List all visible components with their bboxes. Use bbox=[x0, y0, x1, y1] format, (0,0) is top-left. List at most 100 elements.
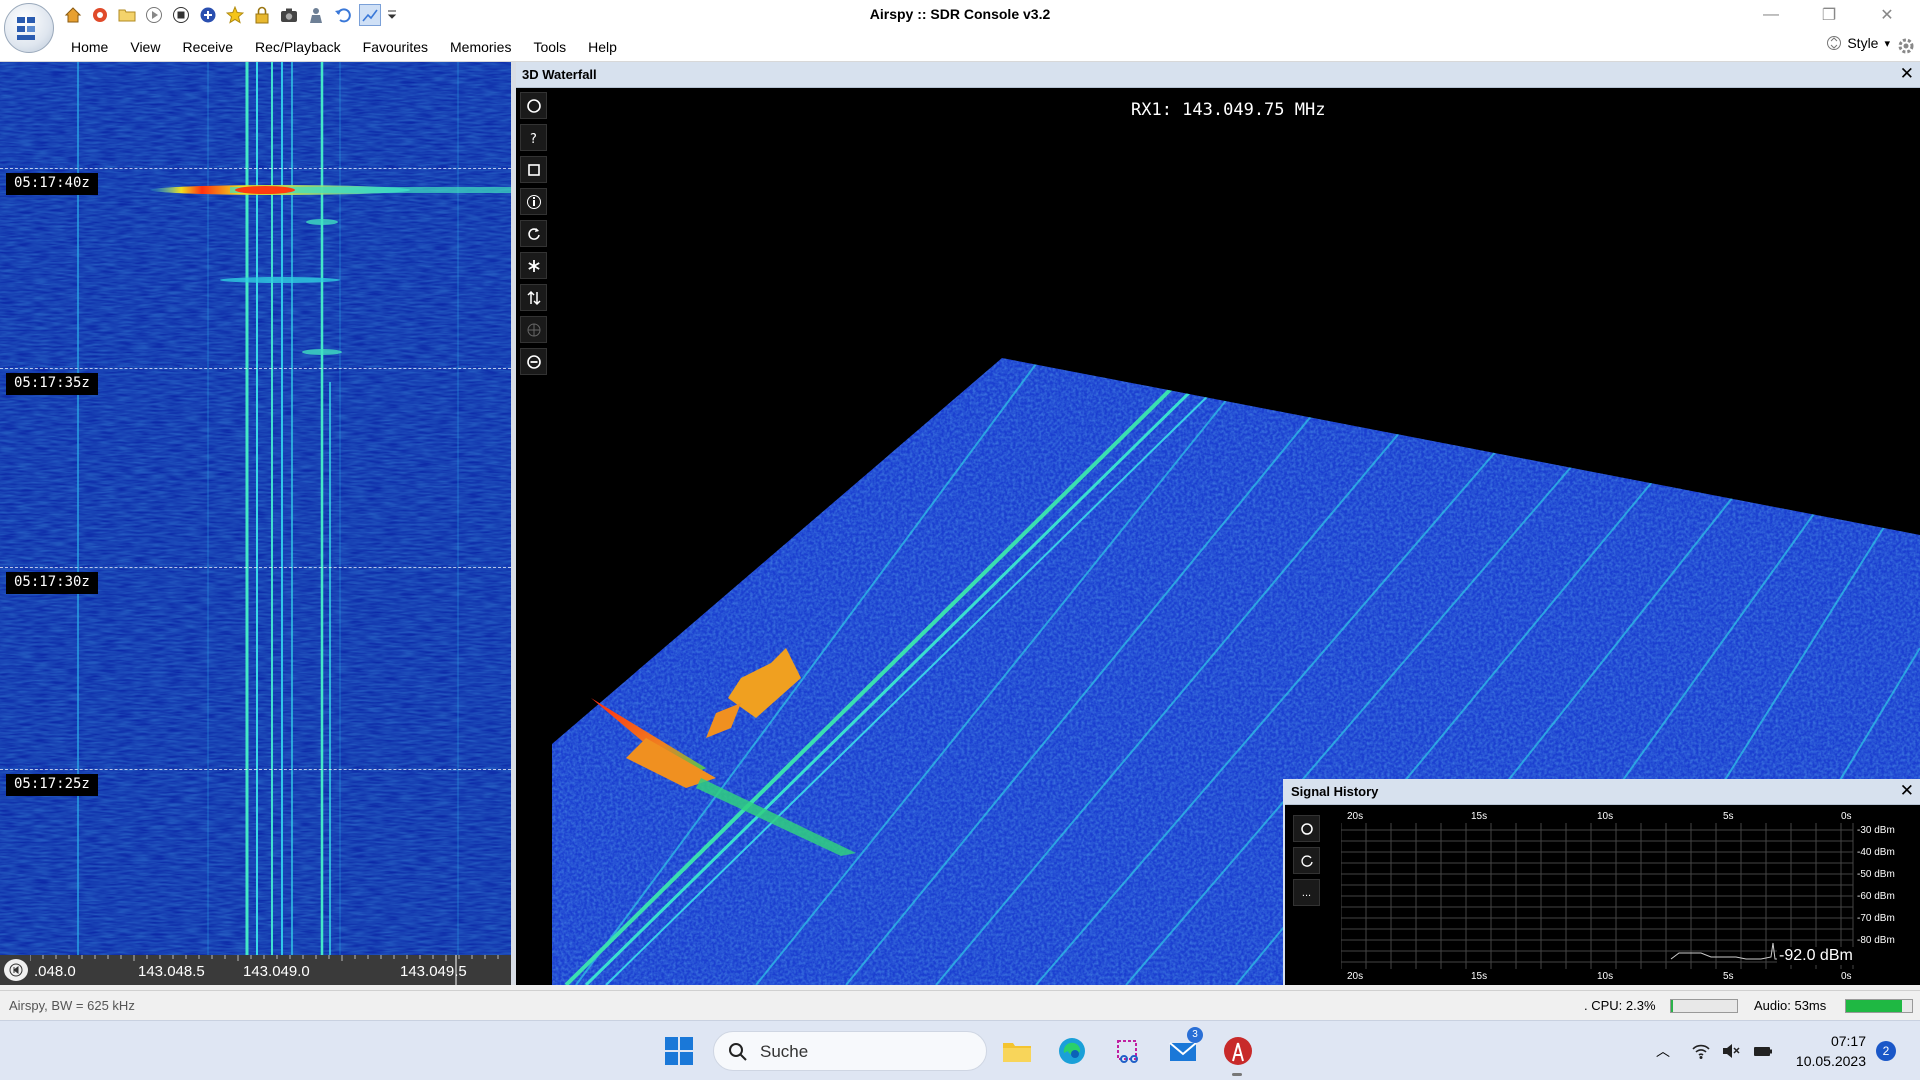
rotate-icon bbox=[527, 227, 540, 240]
dbm-tick-label: -40 dBm bbox=[1857, 847, 1895, 858]
freq-label: 143.049.5 bbox=[400, 963, 467, 980]
menu-tools[interactable]: Tools bbox=[522, 36, 577, 58]
edge-browser-app[interactable] bbox=[1054, 1033, 1090, 1069]
signal-level-readout: -92.0 dBm bbox=[1777, 947, 1855, 965]
device-status: Airspy, BW = 625 kHz bbox=[9, 998, 135, 1013]
rotate-tool-button[interactable] bbox=[1293, 847, 1320, 874]
mail-app[interactable]: 3 bbox=[1165, 1027, 1203, 1069]
spectrum-waterfall[interactable]: 05:17:40z 05:17:35z 05:17:30z 05:17:25z bbox=[0, 62, 511, 985]
help-tool-button[interactable]: ? bbox=[520, 124, 547, 151]
menu-receive[interactable]: Receive bbox=[171, 36, 244, 58]
time-tick-label: 20s bbox=[1347, 811, 1363, 822]
mail-unread-badge: 3 bbox=[1187, 1027, 1203, 1043]
time-tick-label: 5s bbox=[1723, 971, 1734, 979]
clock-time[interactable]: 07:17 bbox=[1778, 1033, 1866, 1049]
notification-badge[interactable]: 2 bbox=[1876, 1041, 1896, 1061]
style-label: Style bbox=[1847, 35, 1879, 51]
up-down-icon bbox=[1827, 36, 1842, 50]
time-label: 05:17:40z bbox=[6, 173, 98, 195]
search-placeholder: Suche bbox=[760, 1042, 809, 1061]
panel-header: Signal History ✕ bbox=[1285, 779, 1920, 805]
time-tick-label: 0s bbox=[1841, 811, 1852, 822]
time-tick-label: 0s bbox=[1841, 971, 1852, 979]
cpu-usage-fill bbox=[1671, 1000, 1673, 1012]
battery-icon[interactable] bbox=[1752, 1041, 1774, 1061]
square-tool-button[interactable] bbox=[520, 156, 547, 183]
circle-tool-button[interactable] bbox=[520, 92, 547, 119]
menu-rec-playback[interactable]: Rec/Playback bbox=[244, 36, 352, 58]
snipping-tool-app[interactable] bbox=[1110, 1033, 1146, 1069]
menu-favourites[interactable]: Favourites bbox=[352, 36, 439, 58]
close-panel-button[interactable]: ✕ bbox=[1900, 64, 1914, 84]
time-label: 05:17:30z bbox=[6, 572, 98, 594]
wifi-icon[interactable] bbox=[1690, 1041, 1712, 1061]
time-tick-label: 15s bbox=[1471, 811, 1487, 822]
rotate-tool-button[interactable] bbox=[520, 220, 547, 247]
time-divider bbox=[0, 567, 511, 568]
menu-home[interactable]: Home bbox=[60, 36, 119, 58]
scale-toggle-button[interactable] bbox=[4, 959, 28, 981]
time-divider bbox=[0, 368, 511, 369]
windows-start-button[interactable] bbox=[663, 1035, 695, 1067]
minus-circle-icon bbox=[526, 354, 541, 369]
close-panel-button[interactable]: ✕ bbox=[1900, 781, 1914, 801]
clock-date[interactable]: 10.05.2023 bbox=[1778, 1053, 1866, 1069]
square-icon bbox=[527, 163, 540, 176]
show-hidden-icons-button[interactable]: ︿ bbox=[1652, 1041, 1674, 1061]
restore-button[interactable]: ❐ bbox=[1806, 0, 1852, 30]
chevron-up-icon: ︿ bbox=[1656, 1043, 1670, 1059]
edge-icon bbox=[1059, 1038, 1085, 1064]
app-menu-button[interactable] bbox=[4, 3, 54, 53]
time-divider bbox=[0, 769, 511, 770]
crosshair-icon bbox=[527, 323, 540, 336]
asterisk-tool-button[interactable] bbox=[520, 252, 547, 279]
taskbar-search[interactable]: Suche bbox=[713, 1031, 987, 1071]
minimize-button[interactable]: — bbox=[1748, 0, 1794, 30]
audio-level-fill bbox=[1846, 1000, 1903, 1012]
crosshair-tool-button[interactable] bbox=[520, 316, 547, 343]
file-explorer-app[interactable] bbox=[999, 1033, 1035, 1069]
panel-title: 3D Waterfall bbox=[522, 67, 597, 82]
waterfall-image bbox=[0, 62, 511, 985]
panel-title: Signal History bbox=[1291, 784, 1379, 799]
time-tick-label: 15s bbox=[1471, 971, 1487, 979]
dbm-tick-label: -50 dBm bbox=[1857, 869, 1895, 880]
audio-level-bar bbox=[1845, 999, 1913, 1013]
menu-view[interactable]: View bbox=[119, 36, 171, 58]
dbm-tick-label: -30 dBm bbox=[1857, 825, 1895, 836]
time-divider bbox=[0, 168, 511, 169]
style-dropdown-arrow: ▾ bbox=[1884, 37, 1890, 50]
help-icon: ? bbox=[530, 132, 537, 146]
sdr-console-app[interactable] bbox=[1220, 1033, 1256, 1069]
frequency-scale[interactable]: .048.0 143.048.5 143.049.0 143.049.5 bbox=[0, 955, 511, 985]
menu-memories[interactable]: Memories bbox=[439, 36, 522, 58]
time-label: 05:17:35z bbox=[6, 373, 98, 395]
circle-tool-button[interactable] bbox=[1293, 815, 1320, 842]
taskbar: Suche 3 ︿ 07:17 10.05.2023 2 bbox=[0, 1020, 1920, 1080]
more-button[interactable]: ... bbox=[1293, 879, 1320, 906]
gear-icon[interactable] bbox=[1896, 36, 1916, 56]
speaker-muted-icon[interactable] bbox=[1720, 1041, 1742, 1061]
signal-history-toolbar: ... bbox=[1293, 815, 1320, 911]
rotate-icon bbox=[1300, 854, 1313, 867]
info-tool-button[interactable] bbox=[520, 188, 547, 215]
swap-vertical-icon bbox=[526, 290, 541, 305]
more-button-label: ... bbox=[1301, 886, 1312, 899]
minus-circle-tool-button[interactable] bbox=[520, 348, 547, 375]
asterisk-icon bbox=[527, 259, 540, 272]
cpu-usage: . CPU: 2.3% bbox=[1584, 998, 1656, 1013]
cpu-usage-bar bbox=[1670, 999, 1738, 1013]
swap-vertical-tool-button[interactable] bbox=[520, 284, 547, 311]
menu-help[interactable]: Help bbox=[577, 36, 628, 58]
menu-bar: Home View Receive Rec/Playback Favourite… bbox=[0, 30, 1920, 62]
search-icon bbox=[729, 1043, 747, 1061]
svg-text:?: ? bbox=[530, 132, 537, 146]
close-button[interactable]: ✕ bbox=[1864, 0, 1910, 30]
style-menu[interactable]: Style ▾ bbox=[1827, 34, 1890, 52]
status-bar: Airspy, BW = 625 kHz . CPU: 2.3% Audio: … bbox=[0, 990, 1920, 1020]
dbm-tick-label: -80 dBm bbox=[1857, 935, 1895, 946]
freq-label: 143.049.0 bbox=[243, 963, 310, 980]
folder-icon bbox=[1003, 1043, 1031, 1062]
app-logo-icon bbox=[17, 17, 35, 40]
audio-latency: Audio: 53ms bbox=[1754, 998, 1827, 1013]
